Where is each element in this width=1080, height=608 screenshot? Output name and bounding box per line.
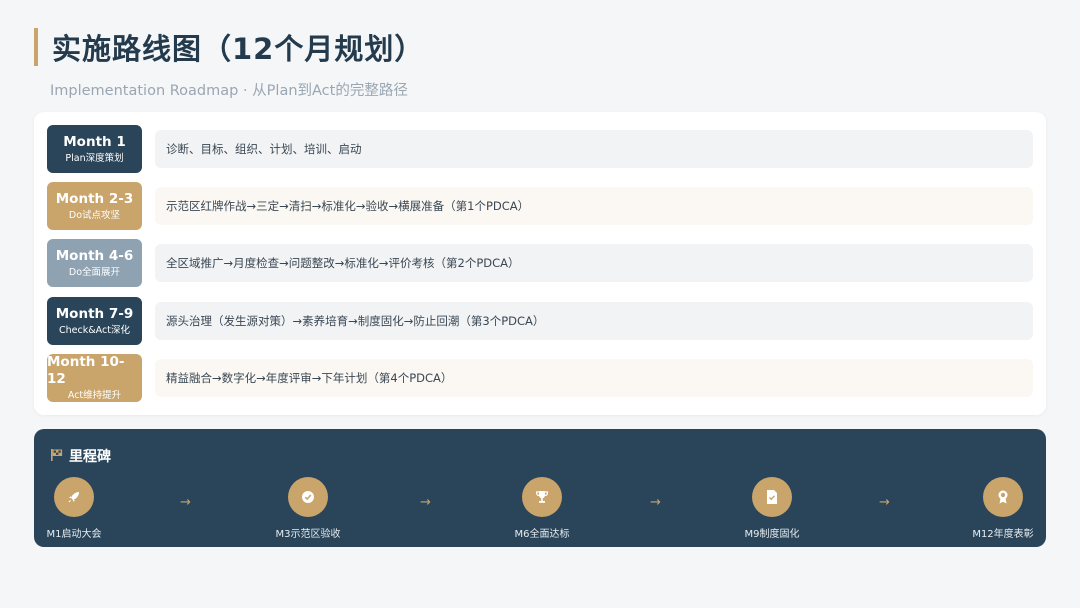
milestone-item: M9制度固化 [712, 477, 832, 540]
milestone-item: M1启动大会 [14, 477, 134, 540]
phase-row-5: Month 10-12 Act维持提升 精益融合→数字化→年度评审→下年计划（第… [47, 354, 1033, 402]
phase-badge: Month 4-6 Do全面展开 [47, 239, 142, 287]
milestone-title: 里程碑 [69, 449, 111, 465]
phase-sub: Do全面展开 [68, 266, 121, 278]
phase-description: 诊断、目标、组织、计划、培训、启动 [155, 130, 1033, 168]
phase-row-4: Month 7-9 Check&Act深化 源头治理（发生源对策）→素养培育→制… [47, 297, 1033, 345]
phase-sub: Check&Act深化 [59, 324, 130, 336]
arrow-icon: → [650, 495, 661, 510]
phase-month: Month 10-12 [47, 354, 125, 387]
phase-row-2: Month 2-3 Do试点攻坚 示范区红牌作战→三定→清扫→标准化→验收→横展… [47, 182, 1033, 230]
phase-description: 精益融合→数字化→年度评审→下年计划（第4个PDCA） [155, 359, 1033, 397]
phase-month: Month 2-3 [55, 190, 134, 207]
milestone-label: M9制度固化 [744, 529, 800, 540]
milestone-item: M12年度表彰 [943, 477, 1063, 540]
phase-month: Month 1 [63, 133, 126, 150]
check-circle-icon [288, 477, 328, 517]
phase-month: Month 7-9 [55, 305, 134, 322]
milestone-panel: 里程碑 M1启动大会 → M3示范区验收 → M6全面达标 → M9制度固化 →… [34, 429, 1046, 547]
milestone-header: 里程碑 [50, 446, 111, 466]
phase-description: 示范区红牌作战→三定→清扫→标准化→验收→横展准备（第1个PDCA） [155, 187, 1033, 225]
milestone-item: M3示范区验收 [248, 477, 368, 540]
phase-description: 源头治理（发生源对策）→素养培育→制度固化→防止回潮（第3个PDCA） [155, 302, 1033, 340]
phase-description: 全区域推广→月度检查→问题整改→标准化→评价考核（第2个PDCA） [155, 244, 1033, 282]
document-icon [752, 477, 792, 517]
phase-badge: Month 10-12 Act维持提升 [47, 354, 142, 402]
award-icon [983, 477, 1023, 517]
roadmap-card: Month 1 Plan深度策划 诊断、目标、组织、计划、培训、启动 Month… [34, 112, 1046, 415]
milestone-label: M12年度表彰 [972, 529, 1034, 540]
trophy-icon [522, 477, 562, 517]
arrow-icon: → [180, 495, 191, 510]
arrow-icon: → [879, 495, 890, 510]
milestone-label: M3示范区验收 [275, 529, 341, 540]
phase-sub: Do试点攻坚 [68, 209, 121, 221]
milestone-label: M1启动大会 [46, 529, 102, 540]
phase-badge: Month 2-3 Do试点攻坚 [47, 182, 142, 230]
phase-badge: Month 7-9 Check&Act深化 [47, 297, 142, 345]
milestone-item: M6全面达标 [482, 477, 602, 540]
rocket-icon [54, 477, 94, 517]
milestone-label: M6全面达标 [514, 529, 570, 540]
flag-icon [50, 447, 64, 466]
phase-badge: Month 1 Plan深度策划 [47, 125, 142, 173]
phase-row-3: Month 4-6 Do全面展开 全区域推广→月度检查→问题整改→标准化→评价考… [47, 239, 1033, 287]
phase-row-1: Month 1 Plan深度策划 诊断、目标、组织、计划、培训、启动 [47, 125, 1033, 173]
page-title: 实施路线图（12个月规划） [52, 32, 425, 66]
arrow-icon: → [420, 495, 431, 510]
phase-month: Month 4-6 [55, 247, 134, 264]
page-subtitle: Implementation Roadmap · 从Plan到Act的完整路径 [50, 83, 408, 99]
phase-sub: Act维持提升 [67, 390, 122, 401]
phase-sub: Plan深度策划 [65, 152, 124, 164]
title-bar: 实施路线图（12个月规划） [34, 28, 424, 66]
